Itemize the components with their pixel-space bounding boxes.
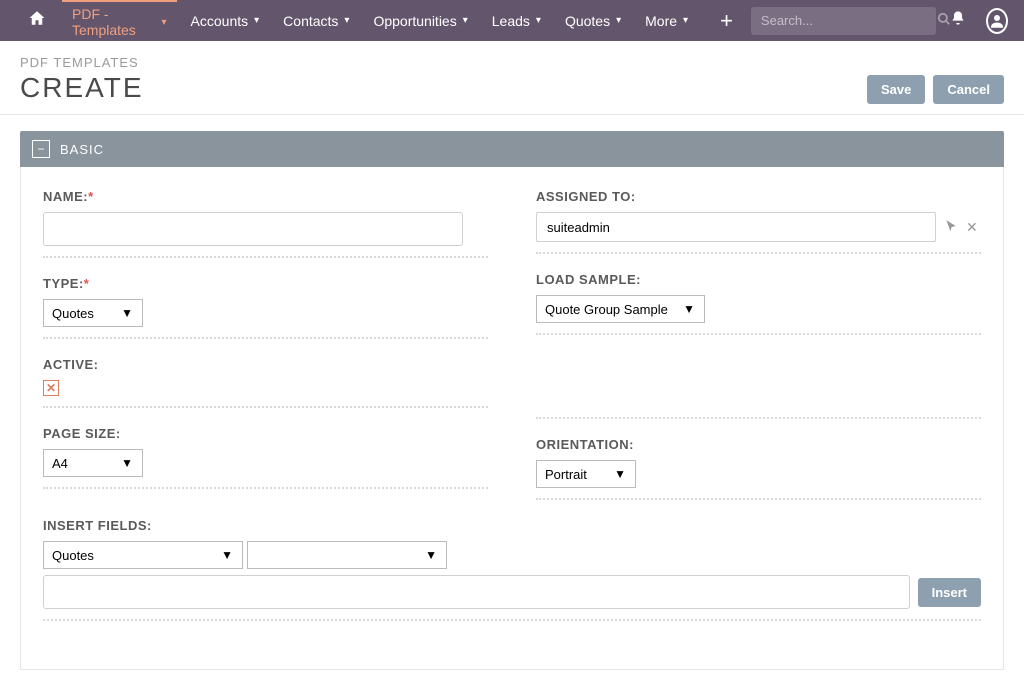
top-nav: PDF - Templates▾ Accounts▾ Contacts▾ Opp…: [0, 0, 1024, 41]
name-label: NAME:*: [43, 189, 488, 204]
chevron-down-icon: ▾: [683, 15, 688, 26]
page-header: PDF TEMPLATES CREATE Save Cancel: [0, 41, 1024, 115]
panel-title: BASIC: [60, 142, 104, 157]
nav-accounts[interactable]: Accounts▾: [181, 0, 270, 41]
chevron-down-icon: ▾: [254, 15, 259, 26]
user-avatar[interactable]: [986, 8, 1008, 34]
nav-quotes[interactable]: Quotes▾: [555, 0, 631, 41]
search-box[interactable]: [751, 7, 936, 35]
assigned-input[interactable]: [536, 212, 936, 242]
pagesize-label: PAGE SIZE:: [43, 426, 488, 441]
insertfields-module-select[interactable]: Quotes: [43, 541, 243, 569]
assigned-label: ASSIGNED TO:: [536, 189, 981, 204]
nav-opportunities[interactable]: Opportunities▾: [363, 0, 477, 41]
name-input[interactable]: [43, 212, 463, 246]
active-label: ACTIVE:: [43, 357, 488, 372]
chevron-down-icon: ▾: [616, 15, 621, 26]
nav-more[interactable]: More▾: [635, 0, 698, 41]
nav-leads[interactable]: Leads▾: [482, 0, 551, 41]
loadsample-label: LOAD SAMPLE:: [536, 272, 981, 287]
loadsample-select[interactable]: Quote Group Sample: [536, 295, 705, 323]
collapse-toggle[interactable]: −: [32, 140, 50, 158]
search-input[interactable]: [761, 13, 937, 28]
clear-icon[interactable]: ✕: [966, 219, 978, 236]
chevron-down-icon: ▾: [344, 15, 349, 26]
page-title: CREATE: [20, 72, 144, 104]
insert-button[interactable]: Insert: [918, 578, 981, 607]
type-select[interactable]: Quotes: [43, 299, 143, 327]
active-checkbox[interactable]: ✕: [43, 380, 59, 396]
save-button[interactable]: Save: [867, 75, 925, 104]
panel-header: − BASIC: [20, 131, 1004, 167]
bell-icon[interactable]: [940, 10, 976, 31]
chevron-down-icon: ▾: [463, 15, 468, 26]
nav-contacts[interactable]: Contacts▾: [273, 0, 359, 41]
add-icon[interactable]: +: [706, 8, 747, 34]
home-icon[interactable]: [16, 9, 58, 32]
insertfields-label: INSERT FIELDS:: [43, 518, 981, 533]
insertfields-field-select[interactable]: [247, 541, 447, 569]
insertfields-result-input[interactable]: [43, 575, 910, 609]
nav-pdf-templates[interactable]: PDF - Templates▾: [62, 0, 177, 40]
basic-panel: − BASIC NAME:* TYPE:* Quotes ACTIVE: ✕: [20, 131, 1004, 670]
orientation-select[interactable]: Portrait: [536, 460, 636, 488]
chevron-down-icon: ▾: [536, 15, 541, 26]
pointer-icon[interactable]: [944, 219, 958, 236]
orientation-label: ORIENTATION:: [536, 437, 981, 452]
chevron-down-icon: ▾: [162, 17, 167, 28]
breadcrumb: PDF TEMPLATES: [20, 55, 144, 70]
type-label: TYPE:*: [43, 276, 488, 291]
cancel-button[interactable]: Cancel: [933, 75, 1004, 104]
pagesize-select[interactable]: A4: [43, 449, 143, 477]
